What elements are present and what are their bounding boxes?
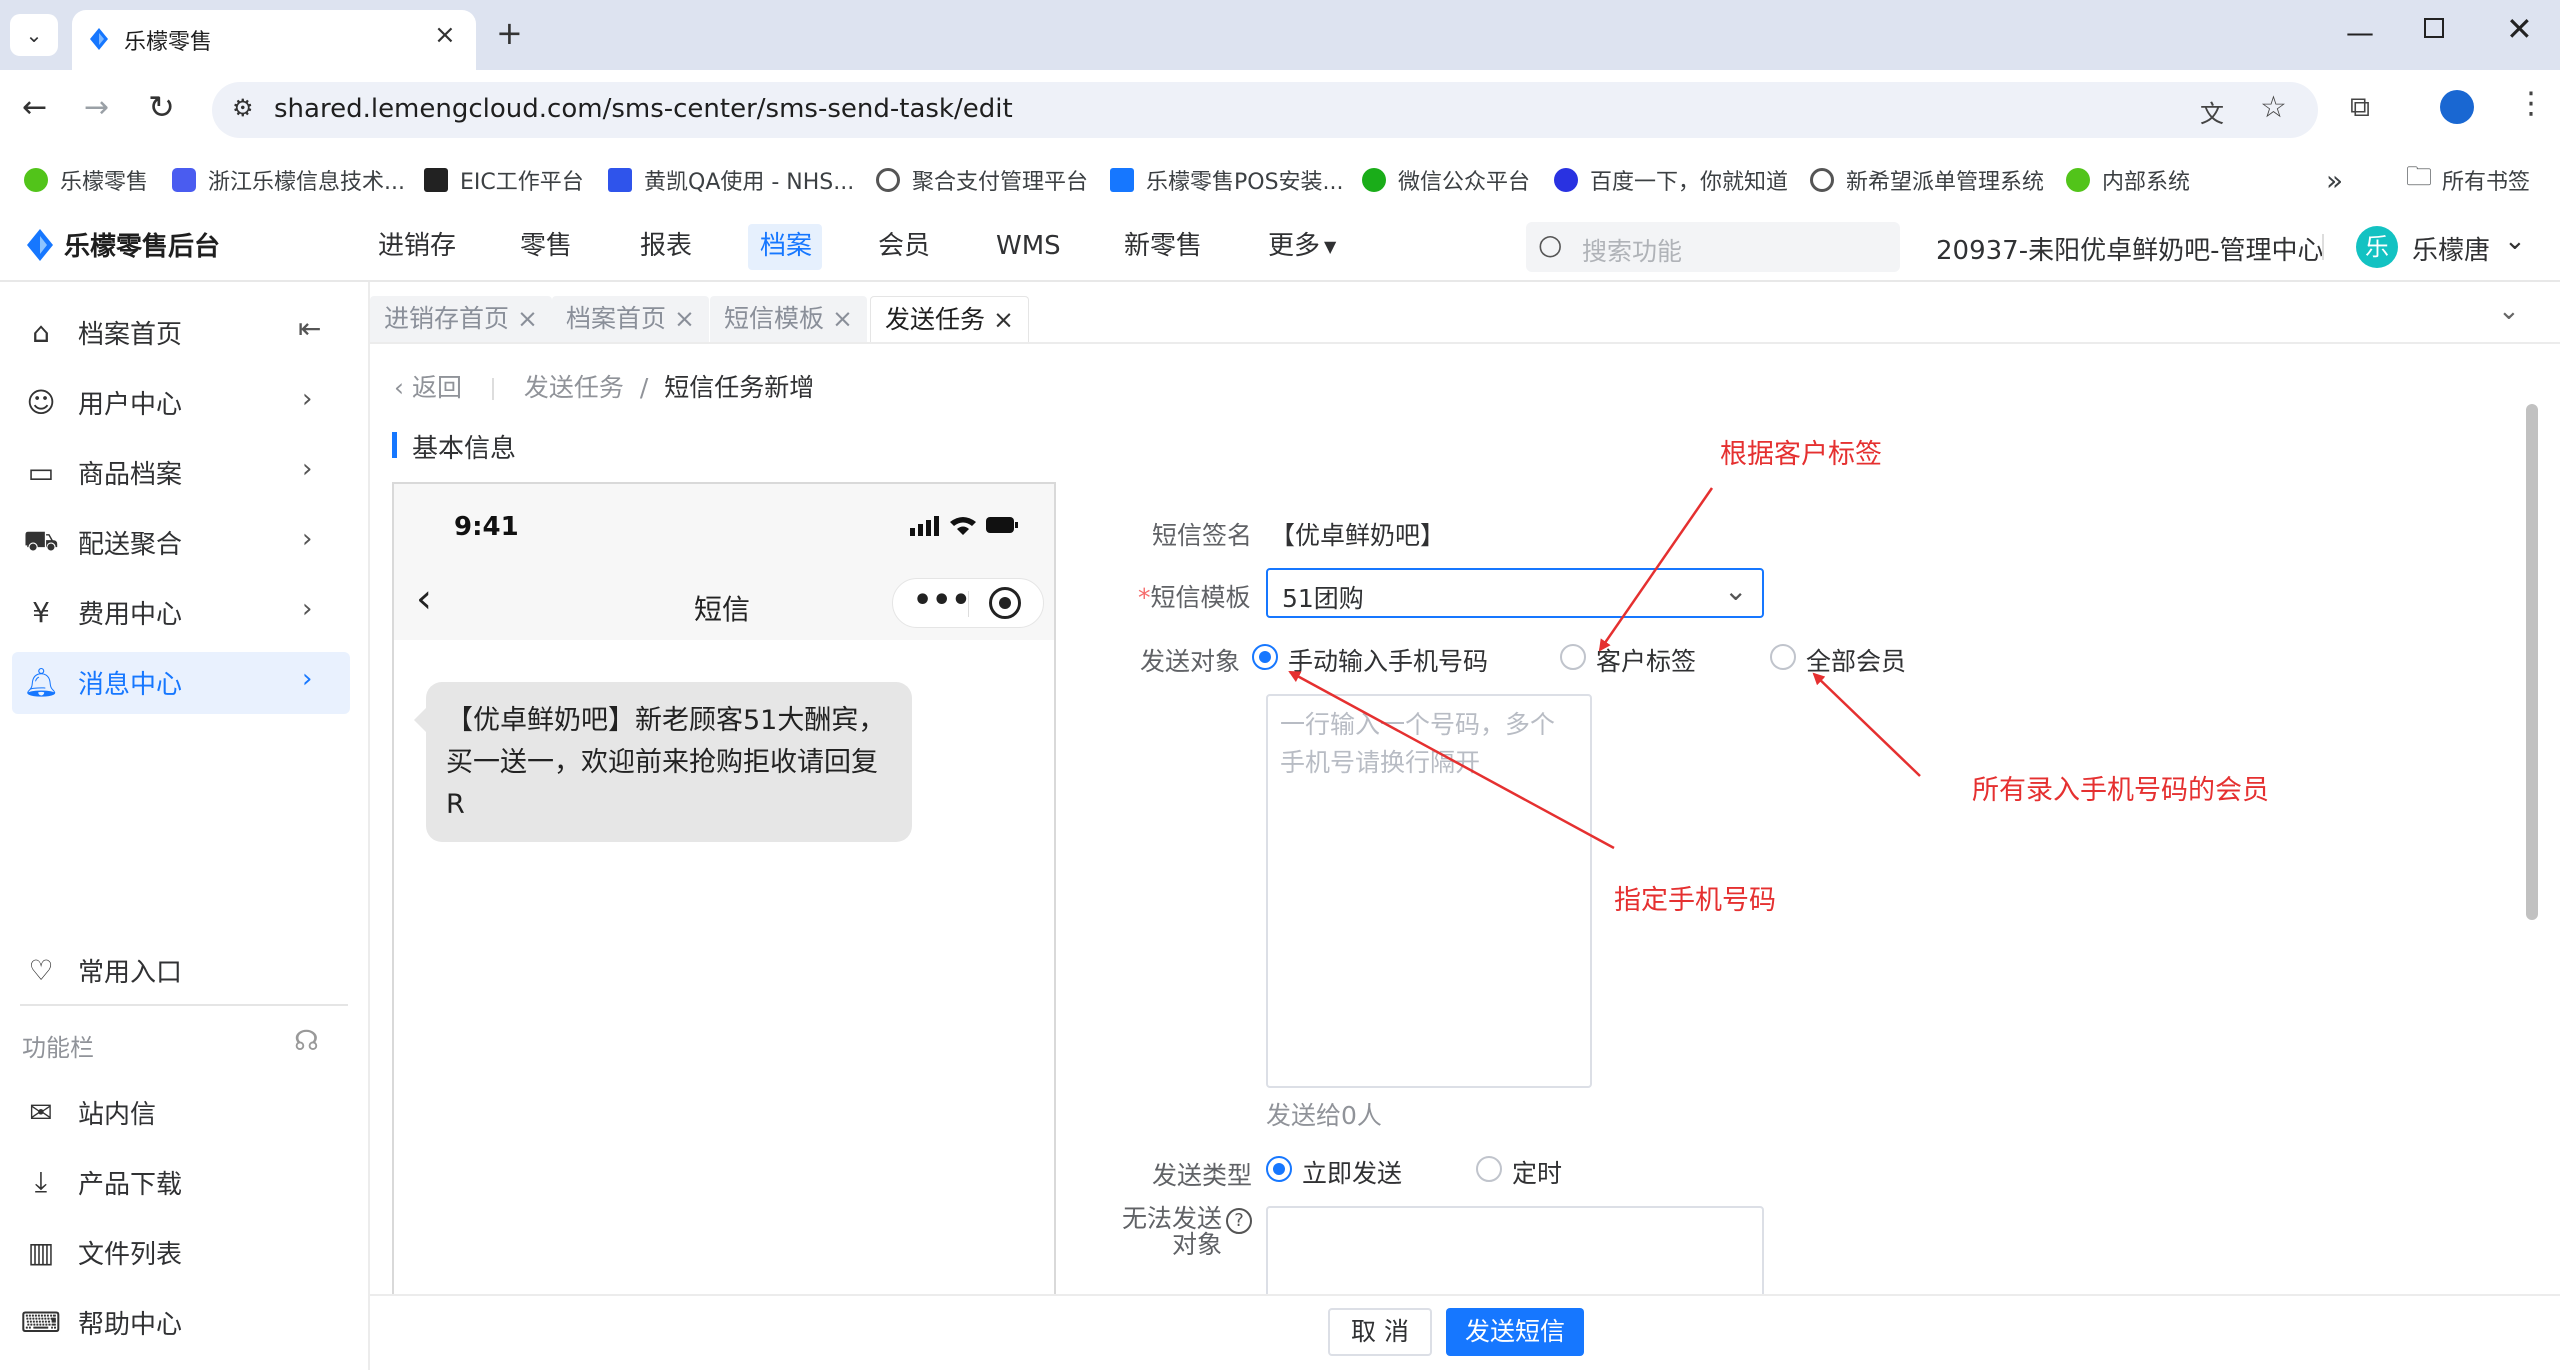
annotation-specific-phones: 指定手机号码 [1614, 885, 1776, 916]
send-sms-button[interactable]: 发送短信 [1446, 1308, 1584, 1356]
annotation-arrows [1288, 487, 1921, 850]
arrow-to-customer-tag [1598, 487, 1714, 652]
arrow-to-all-members [1812, 672, 1921, 777]
annotation-all-members: 所有录入手机号码的会员 [1972, 775, 2269, 806]
scrollbar-thumb[interactable] [2526, 404, 2538, 920]
cancel-button[interactable]: 取 消 [1328, 1308, 1432, 1356]
annotation-customer-tag: 根据客户标签 [1720, 439, 1882, 470]
arrow-to-manual-phone [1288, 670, 1615, 850]
